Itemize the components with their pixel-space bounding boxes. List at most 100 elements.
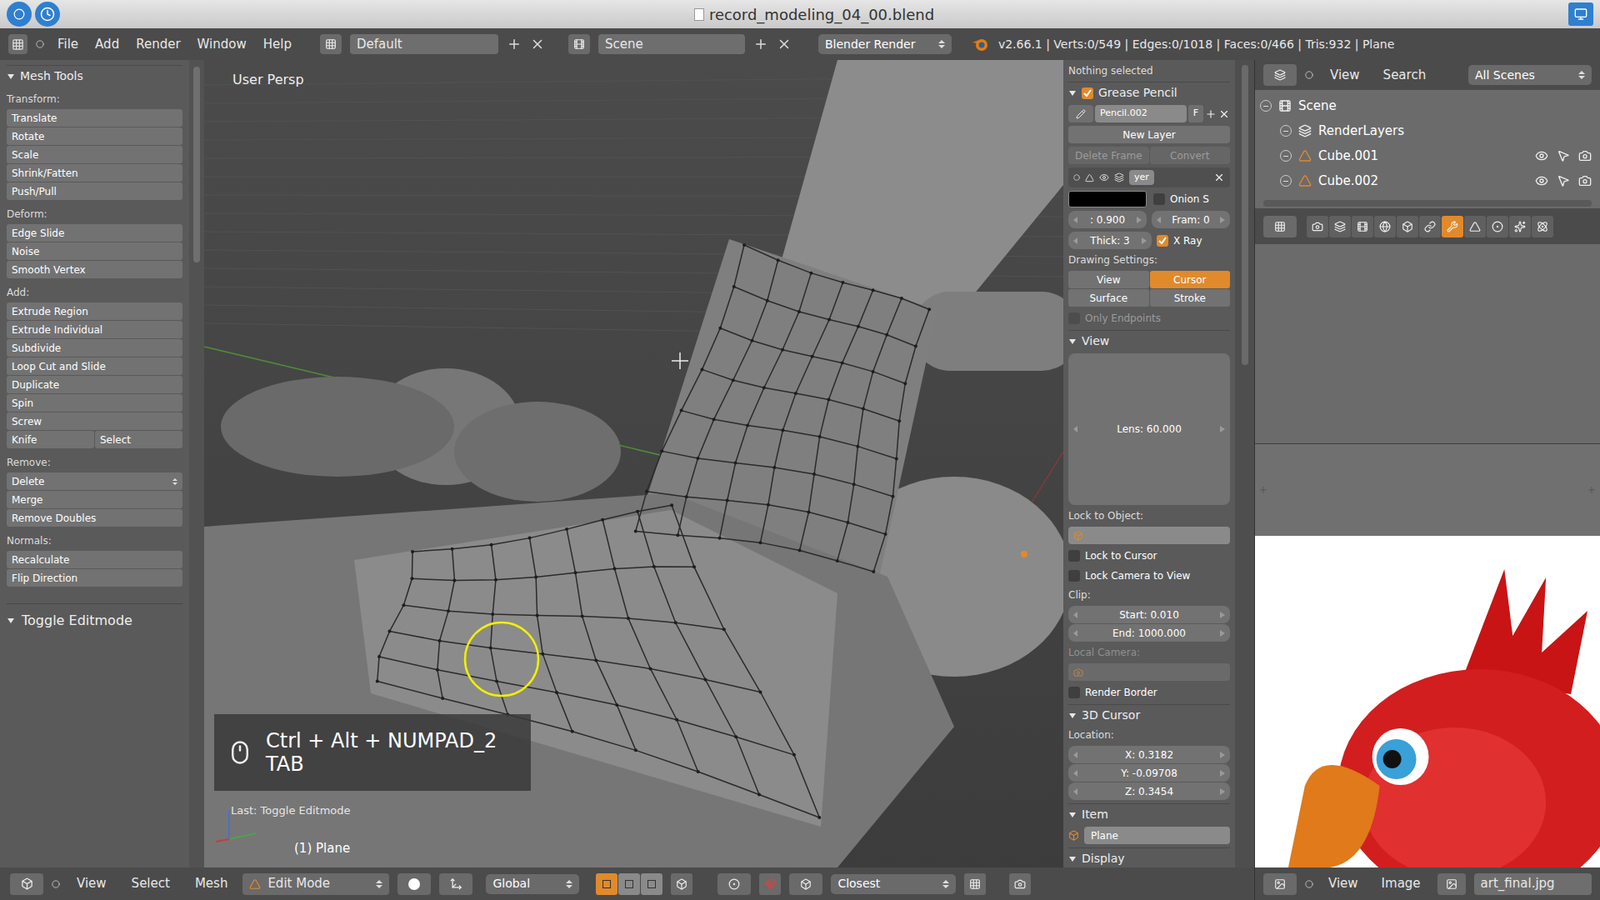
panel-header[interactable]: Mesh Tools	[6, 65, 183, 85]
vertex-select-button[interactable]	[595, 873, 618, 895]
layout-field[interactable]: Default	[350, 34, 499, 55]
decrement-icon[interactable]	[1073, 237, 1079, 245]
cursor-coordinate-field[interactable]: Y: -0.09708	[1068, 764, 1230, 782]
panel-header[interactable]: Grease Pencil	[1068, 81, 1230, 102]
increment-icon[interactable]	[1141, 237, 1147, 245]
physics-tab[interactable]	[1531, 215, 1554, 238]
tool-button[interactable]: Extrude Individual	[6, 320, 183, 339]
snap-element-button[interactable]	[789, 873, 823, 895]
object-origin-icon[interactable]	[1020, 550, 1028, 558]
cursor-coordinate-field[interactable]: X: 0.3182	[1068, 745, 1230, 764]
decrement-icon[interactable]	[1073, 788, 1079, 795]
checkbox[interactable]	[1068, 550, 1080, 562]
menu-item[interactable]: Help	[263, 35, 292, 55]
expand-toggle[interactable]	[1280, 175, 1292, 187]
particles-tab[interactable]	[1509, 215, 1531, 238]
selectable-icon[interactable]	[1556, 174, 1570, 188]
menu-item[interactable]: View	[1328, 874, 1359, 894]
panel-header[interactable]: Display	[1068, 847, 1230, 868]
remove-layer-icon[interactable]	[1213, 171, 1225, 184]
decrement-icon[interactable]	[1073, 611, 1079, 619]
screen-app-icon[interactable]	[1568, 2, 1594, 26]
disclosure-triangle-icon[interactable]	[1068, 337, 1077, 346]
reference-image[interactable]	[1255, 535, 1600, 868]
tool-button[interactable]: Push/Pull	[6, 182, 183, 200]
local-camera-field[interactable]	[1068, 663, 1230, 681]
face-select-button[interactable]	[640, 873, 663, 895]
3d-viewport[interactable]: User PerspCtrl + Alt + NUMPAD_2TABLast: …	[204, 60, 1064, 868]
snap-toggle[interactable]	[759, 873, 781, 895]
unlink-icon[interactable]	[1218, 108, 1230, 120]
collapse-menu-icon[interactable]	[35, 40, 45, 49]
tool-button[interactable]: Spin	[6, 394, 183, 412]
increment-icon[interactable]	[1220, 216, 1225, 224]
modifiers-tab[interactable]	[1441, 215, 1464, 238]
tool-shelf-scrollbar[interactable]	[189, 60, 205, 868]
frame-field[interactable]: Fram: 0	[1151, 210, 1230, 229]
decrement-icon[interactable]	[1156, 216, 1162, 224]
pencil-name-field[interactable]: Pencil.002	[1095, 105, 1187, 123]
editor-type-button[interactable]	[1263, 64, 1297, 86]
checkbox[interactable]	[1153, 193, 1165, 205]
collapse-menu-icon[interactable]	[1305, 70, 1314, 80]
panel-header[interactable]: 3D Cursor	[1068, 704, 1230, 725]
disclosure-triangle-icon[interactable]	[1068, 855, 1077, 864]
panel-header[interactable]: View	[1068, 330, 1230, 350]
orientation-dropdown[interactable]: Global	[485, 874, 580, 895]
outliner-row[interactable]: Cube.001	[1260, 143, 1595, 169]
layer-row[interactable]: yer	[1068, 167, 1230, 188]
increment-icon[interactable]	[1220, 611, 1225, 619]
tool-button[interactable]: Noise	[6, 242, 183, 260]
remove-icon[interactable]	[530, 36, 545, 52]
mode-dropdown[interactable]: Edit Mode	[242, 873, 390, 895]
tool-button[interactable]: Scale	[6, 145, 183, 164]
checkbox[interactable]	[1068, 312, 1080, 325]
decrement-icon[interactable]	[1073, 630, 1079, 637]
menu-item[interactable]: File	[57, 35, 79, 55]
tool-button[interactable]: Flip Direction	[6, 569, 183, 587]
editor-type-button[interactable]	[8, 34, 28, 55]
layer-icon[interactable]	[1114, 172, 1125, 183]
shading-button[interactable]	[397, 873, 431, 895]
checkbox-row[interactable]: Only Endpoints	[1068, 310, 1230, 327]
increment-icon[interactable]	[1220, 425, 1225, 433]
collapse-menu-icon[interactable]	[1305, 880, 1314, 889]
add-icon[interactable]	[506, 36, 522, 52]
increment-icon[interactable]	[1220, 788, 1225, 795]
tool-button[interactable]: Remove Doubles	[6, 509, 183, 527]
tool-button[interactable]: Merge	[6, 490, 183, 509]
layers-tab[interactable]	[1329, 215, 1351, 238]
tool-button[interactable]: Duplicate	[6, 375, 183, 394]
disclosure-triangle-icon[interactable]	[1068, 810, 1077, 820]
layer-active-icon[interactable]	[1073, 174, 1080, 181]
checkbox-row[interactable]: X Ray	[1156, 232, 1230, 250]
drawing-mode-button[interactable]: Cursor	[1150, 270, 1231, 289]
render-tab[interactable]	[1306, 215, 1329, 238]
menu-item[interactable]: View	[1330, 65, 1360, 85]
layout-icon[interactable]	[320, 34, 342, 55]
operator-panel-header[interactable]: Toggle Editmode	[6, 610, 183, 631]
increment-icon[interactable]	[1136, 216, 1142, 224]
world-tab[interactable]	[1374, 215, 1396, 238]
panel-enable-checkbox[interactable]	[1081, 87, 1094, 100]
checkbox-row[interactable]: Lock Camera to View	[1068, 567, 1230, 585]
checkbox-row[interactable]: Render Border	[1068, 684, 1230, 701]
renderable-icon[interactable]	[1578, 174, 1592, 188]
menu-item[interactable]: Mesh	[195, 874, 229, 894]
outliner-row[interactable]: Scene	[1260, 93, 1595, 119]
clip-start-field[interactable]: Start: 0.010	[1068, 605, 1230, 624]
expand-region-icon[interactable]	[1258, 485, 1269, 495]
increment-icon[interactable]	[1220, 630, 1225, 637]
expand-toggle[interactable]	[1280, 125, 1292, 137]
cursor-coordinate-field[interactable]: Z: 0.3454	[1068, 782, 1230, 800]
visibility-icon[interactable]	[1535, 174, 1549, 188]
stroke-color-swatch[interactable]	[1068, 190, 1147, 208]
lens-field[interactable]: Lens: 60.000	[1068, 353, 1230, 505]
new-layer-button[interactable]: New Layer	[1068, 125, 1230, 144]
fake-user-button[interactable]: F	[1188, 105, 1204, 123]
visibility-icon[interactable]	[1099, 172, 1110, 183]
lock-object-field[interactable]	[1068, 526, 1230, 545]
tool-button[interactable]: Select	[95, 430, 183, 449]
expand-toggle[interactable]	[1280, 150, 1292, 162]
edge-select-button[interactable]	[618, 873, 640, 895]
